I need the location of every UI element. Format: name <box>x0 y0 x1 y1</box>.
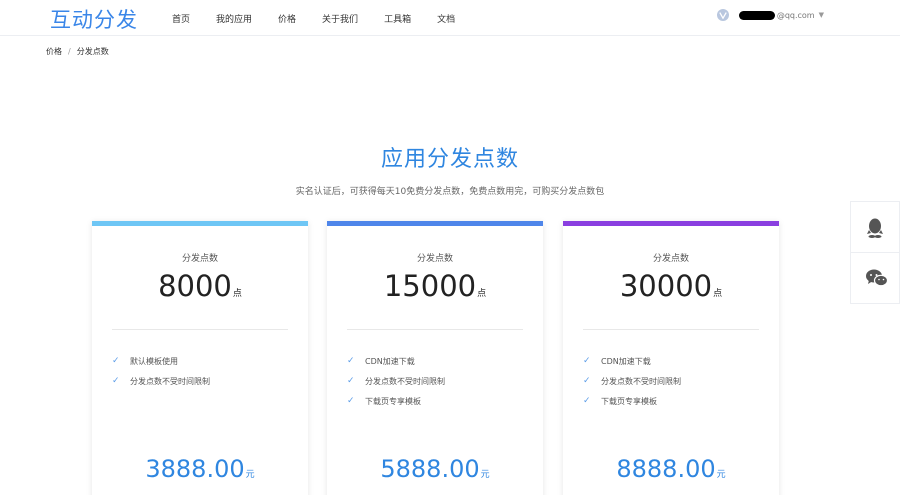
check-icon: ✓ <box>347 376 355 386</box>
feature-item: ✓ 分发点数不受时间限制 <box>112 371 210 391</box>
points-value: 30000 <box>619 269 713 303</box>
card-price: 5888.00元 <box>327 455 543 483</box>
breadcrumb-parent[interactable]: 价格 <box>46 46 62 57</box>
feature-text: 分发点数不受时间限制 <box>130 376 210 386</box>
nav-home[interactable]: 首页 <box>172 12 190 25</box>
divider <box>112 329 288 330</box>
divider <box>347 329 523 330</box>
feature-list: ✓ 默认模板使用 ✓ 分发点数不受时间限制 <box>112 351 210 391</box>
feature-text: CDN加速下载 <box>601 356 651 366</box>
card-price: 3888.00元 <box>92 455 308 483</box>
feature-item: ✓ CDN加速下载 <box>347 351 445 371</box>
check-icon: ✓ <box>583 396 591 406</box>
points-value: 15000 <box>383 269 477 303</box>
card-points: 8000点 <box>92 269 308 303</box>
breadcrumb: 价格 / 分发点数 <box>46 46 109 57</box>
card-accent-bar <box>92 221 308 226</box>
pricing-card-15000[interactable]: 分发点数 15000点 ✓ CDN加速下载 ✓ 分发点数不受时间限制 ✓ 下载页专享模… <box>327 221 543 495</box>
feature-item: ✓ 下载页专享模板 <box>347 391 445 411</box>
price-value: 8888.00 <box>616 455 716 483</box>
logo[interactable]: 互动分发 <box>50 4 138 34</box>
vip-badge-icon <box>716 9 729 21</box>
qq-icon <box>867 218 883 238</box>
price-unit: 元 <box>716 470 726 480</box>
card-points: 30000点 <box>563 269 779 303</box>
feature-list: ✓ CDN加速下载 ✓ 分发点数不受时间限制 ✓ 下载页专享模板 <box>583 351 681 411</box>
feature-text: 分发点数不受时间限制 <box>365 376 445 386</box>
feature-list: ✓ CDN加速下载 ✓ 分发点数不受时间限制 ✓ 下载页专享模板 <box>347 351 445 411</box>
check-icon: ✓ <box>347 356 355 366</box>
breadcrumb-separator: / <box>68 47 71 56</box>
price-unit: 元 <box>245 470 255 480</box>
card-label: 分发点数 <box>416 254 453 264</box>
card-accent-bar <box>563 221 779 226</box>
chevron-down-icon: ▼ <box>818 11 824 19</box>
divider <box>583 329 759 330</box>
feature-item: ✓ 分发点数不受时间限制 <box>347 371 445 391</box>
nav-toolbox[interactable]: 工具箱 <box>384 12 411 25</box>
price-value: 3888.00 <box>145 455 245 483</box>
feature-text: 分发点数不受时间限制 <box>601 376 681 386</box>
redacted-email <box>738 10 775 20</box>
pricing-card-30000[interactable]: 分发点数 30000点 ✓ CDN加速下载 ✓ 分发点数不受时间限制 ✓ 下载页专享模… <box>563 221 779 495</box>
wechat-contact-button[interactable] <box>850 253 900 304</box>
feature-text: 下载页专享模板 <box>601 396 657 406</box>
user-menu[interactable]: @qq.com ▼ <box>716 9 824 21</box>
check-icon: ✓ <box>112 356 120 366</box>
points-unit: 点 <box>713 289 723 299</box>
page-title: 应用分发点数 <box>380 147 519 172</box>
nav-pricing[interactable]: 价格 <box>278 12 296 25</box>
feature-item: ✓ 分发点数不受时间限制 <box>583 371 681 391</box>
feature-item: ✓ 默认模板使用 <box>112 351 210 371</box>
nav-my-apps[interactable]: 我的应用 <box>216 12 252 25</box>
card-label: 分发点数 <box>181 254 218 264</box>
nav-about[interactable]: 关于我们 <box>322 12 358 25</box>
wechat-icon <box>866 269 888 287</box>
qq-contact-button[interactable] <box>850 201 900 253</box>
top-header: 互动分发 首页 我的应用 价格 关于我们 工具箱 文档 @qq.com ▼ <box>0 0 900 36</box>
points-unit: 点 <box>232 289 242 299</box>
check-icon: ✓ <box>583 356 591 366</box>
nav-docs[interactable]: 文档 <box>437 12 455 25</box>
pricing-card-8000[interactable]: 分发点数 8000点 ✓ 默认模板使用 ✓ 分发点数不受时间限制 3888.00元 <box>92 221 308 495</box>
price-unit: 元 <box>480 470 490 480</box>
card-price: 8888.00元 <box>563 455 779 483</box>
card-accent-bar <box>327 221 543 226</box>
page-subtitle: 实名认证后，可获得每天10免费分发点数，免费点数用完，可购买分发点数包 <box>295 187 605 197</box>
price-value: 5888.00 <box>380 455 480 483</box>
feature-item: ✓ 下载页专享模板 <box>583 391 681 411</box>
points-unit: 点 <box>477 289 487 299</box>
card-points: 15000点 <box>327 269 543 303</box>
main-nav: 首页 我的应用 价格 关于我们 工具箱 文档 <box>160 0 481 36</box>
feature-text: CDN加速下载 <box>365 356 415 366</box>
feature-item: ✓ CDN加速下载 <box>583 351 681 371</box>
card-label: 分发点数 <box>652 254 689 264</box>
points-value: 8000 <box>158 269 232 303</box>
user-email: @qq.com <box>776 10 815 20</box>
breadcrumb-current: 分发点数 <box>76 47 109 56</box>
feature-text: 默认模板使用 <box>130 356 178 366</box>
check-icon: ✓ <box>112 376 120 386</box>
feature-text: 下载页专享模板 <box>365 396 421 406</box>
check-icon: ✓ <box>583 376 591 386</box>
check-icon: ✓ <box>347 396 355 406</box>
